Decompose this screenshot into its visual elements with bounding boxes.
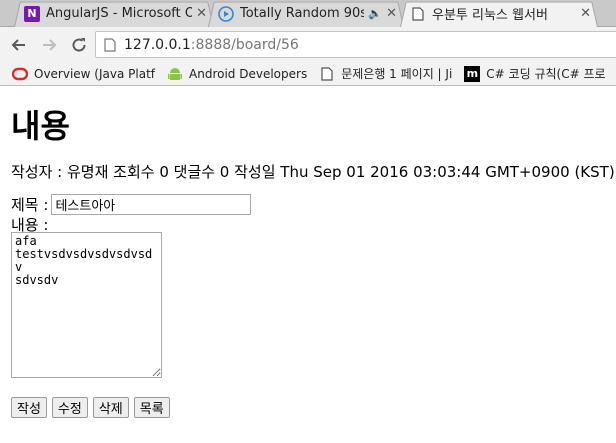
subject-label: 제목 :: [11, 196, 49, 214]
back-button[interactable]: [6, 32, 32, 58]
tab-title: AngularJS - Microsoft O: [46, 6, 192, 21]
tab-angularjs[interactable]: N AngularJS - Microsoft O ✕: [14, 0, 214, 27]
bookmark-java-overview[interactable]: Overview (Java Platf: [6, 63, 161, 85]
page-content: 내용 작성자 : 유명재 조회수 0 댓글수 0 작성일 Thu Sep 01 …: [0, 87, 616, 443]
bookmark-android-developers[interactable]: Android Developers: [161, 63, 313, 85]
edit-button[interactable]: 수정: [51, 397, 88, 418]
write-button[interactable]: 작성: [11, 397, 47, 418]
tab-title: Totally Random 90s (: [240, 6, 365, 21]
forward-button[interactable]: [36, 32, 62, 58]
post-meta: 작성자 : 유명재 조회수 0 댓글수 0 작성일 Thu Sep 01 201…: [11, 163, 615, 181]
page-title: 내용: [11, 107, 70, 145]
reload-button[interactable]: [66, 32, 92, 58]
forward-arrow-icon: [43, 38, 57, 51]
page-icon: [410, 6, 426, 22]
close-icon[interactable]: ✕: [196, 6, 207, 21]
bookmark-label: C# 코딩 규칙(C# 프로: [486, 67, 606, 81]
address-bar[interactable]: 127.0.0.1:8888/board/56: [95, 31, 616, 58]
action-buttons: 작성 수정 삭제 목록: [11, 397, 170, 418]
tab-strip: N AngularJS - Microsoft O ✕ Totally Rand…: [0, 0, 616, 27]
bookmark-csharp-conventions[interactable]: m C# 코딩 규칙(C# 프로: [458, 63, 611, 85]
bookmarks-bar: Overview (Java Platf Android Developers …: [0, 62, 616, 86]
bookmark-label: 문제은행 1 페이지 | Ji: [341, 67, 453, 81]
reload-icon: [72, 37, 86, 52]
tab-ubuntu-webserver[interactable]: 우분투 리눅스 웹서버 ✕: [400, 0, 598, 27]
subject-input[interactable]: [51, 194, 252, 215]
java-icon: [12, 66, 28, 82]
tab-title: 우분투 리눅스 웹서버: [432, 8, 548, 23]
url-host: 127.0.0.1: [124, 36, 191, 53]
android-icon: [167, 66, 183, 82]
browser-toolbar: 127.0.0.1:8888/board/56: [0, 27, 616, 62]
bookmark-question-bank[interactable]: 문제은행 1 페이지 | Ji: [313, 63, 458, 85]
page-icon: [319, 66, 335, 82]
list-button[interactable]: 목록: [133, 397, 170, 418]
speaker-icon[interactable]: 🔈: [368, 7, 382, 20]
content-textarea[interactable]: [11, 232, 162, 378]
bookmark-label: Android Developers: [189, 66, 308, 81]
microsoft-icon: m: [464, 65, 481, 82]
back-arrow-icon: [11, 38, 25, 51]
close-icon[interactable]: ✕: [580, 6, 591, 21]
tab-random-90s[interactable]: Totally Random 90s ( 🔈 ✕: [208, 0, 404, 27]
close-icon[interactable]: ✕: [386, 6, 397, 21]
bookmark-label: Overview (Java Platf: [34, 66, 156, 81]
page-icon: [104, 37, 116, 52]
delete-button[interactable]: 삭제: [92, 397, 129, 418]
url-path: :8888/board/56: [190, 36, 299, 53]
onenote-icon: N: [24, 5, 40, 22]
subject-row: 제목 :: [11, 194, 252, 215]
play-icon: [218, 5, 234, 22]
